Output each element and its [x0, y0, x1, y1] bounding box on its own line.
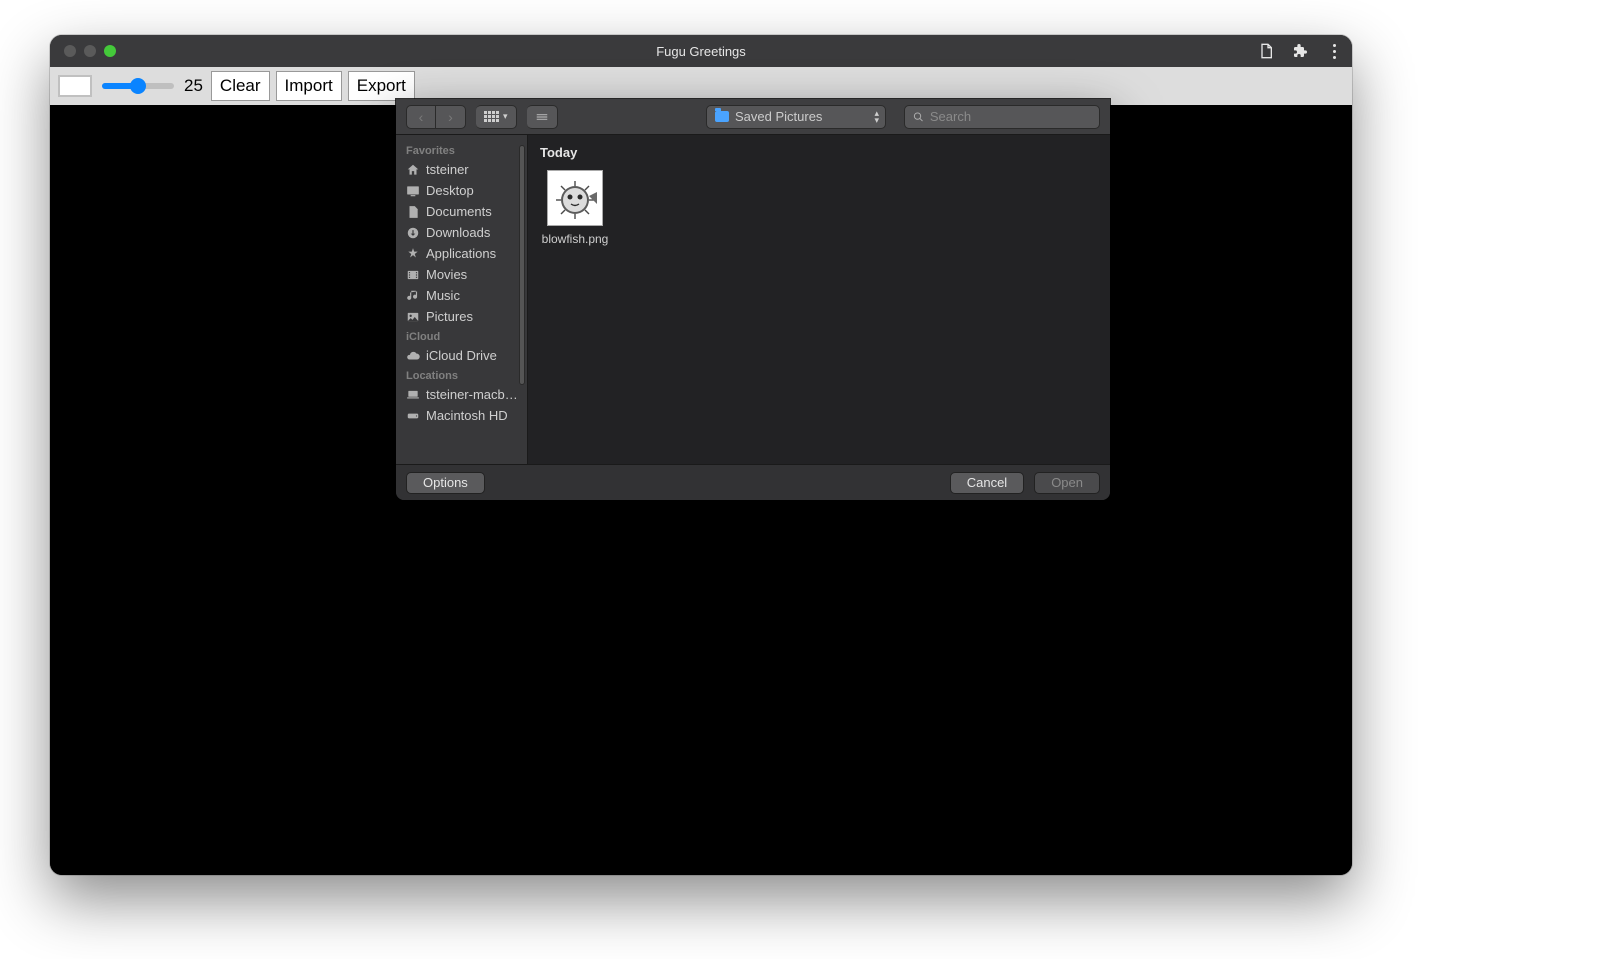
group-seg [527, 105, 558, 129]
import-button[interactable]: Import [276, 71, 342, 101]
path-label: Saved Pictures [735, 109, 822, 124]
traffic-lights [50, 45, 116, 57]
sidebar-item-icloud-drive[interactable]: iCloud Drive [396, 345, 527, 366]
export-button[interactable]: Export [348, 71, 415, 101]
applications-icon [406, 247, 420, 261]
search-icon [913, 111, 924, 123]
sidebar-item-music[interactable]: Music [396, 285, 527, 306]
sidebar-item-label: Music [426, 288, 460, 303]
clear-button[interactable]: Clear [211, 71, 270, 101]
color-swatch[interactable] [58, 75, 92, 97]
sidebar-item-pictures[interactable]: Pictures [396, 306, 527, 327]
sidebar-item-movies[interactable]: Movies [396, 264, 527, 285]
sidebar-item-label: tsteiner [426, 162, 469, 177]
chevron-down-icon: ▾ [503, 112, 508, 121]
cloud-icon [406, 349, 420, 363]
search-input[interactable] [930, 109, 1091, 124]
desktop-icon [406, 184, 420, 198]
slider-thumb[interactable] [130, 78, 146, 94]
titlebar: Fugu Greetings [50, 35, 1352, 67]
laptop-icon [406, 388, 420, 402]
sidebar-item-label: tsteiner-macb… [426, 387, 518, 402]
sidebar-item-label: Movies [426, 267, 467, 282]
nav-seg: ‹ › [406, 105, 466, 129]
sidebar-favorites-header: Favorites [396, 141, 527, 159]
music-icon [406, 289, 420, 303]
disk-icon [406, 409, 420, 423]
view-mode-button[interactable]: ▾ [476, 105, 517, 129]
updown-arrows-icon: ▴▾ [874, 110, 879, 124]
sidebar-item-label: Documents [426, 204, 492, 219]
slider-value: 25 [184, 76, 203, 96]
sidebar-item-desktop[interactable]: Desktop [396, 180, 527, 201]
sidebar-locations-header: Locations [396, 366, 527, 384]
page-icon[interactable] [1258, 43, 1274, 59]
sidebar-item-downloads[interactable]: Downloads [396, 222, 527, 243]
options-button[interactable]: Options [406, 472, 485, 494]
open-file-dialog: ‹ › ▾ Saved Pictures ▴▾ [396, 99, 1110, 500]
chevron-left-icon: ‹ [419, 110, 424, 124]
minimize-window-button[interactable] [84, 45, 96, 57]
app-window: Fugu Greetings 25 Clear Import Export ‹ … [50, 35, 1352, 875]
blowfish-image-icon [551, 174, 599, 222]
home-icon [406, 163, 420, 177]
close-window-button[interactable] [64, 45, 76, 57]
titlebar-right [1258, 43, 1342, 59]
dialog-body: Favorites tsteiner Desktop Documents [396, 135, 1110, 464]
sidebar-icloud-header: iCloud [396, 327, 527, 345]
pictures-icon [406, 310, 420, 324]
cancel-button[interactable]: Cancel [950, 472, 1024, 494]
sidebar-item-macintosh-hd[interactable]: Macintosh HD [396, 405, 527, 426]
folder-icon [715, 111, 729, 122]
sidebar-item-label: Downloads [426, 225, 490, 240]
file-grid: blowfish.png [540, 170, 1098, 246]
nav-back-button[interactable]: ‹ [406, 105, 436, 129]
sidebar: Favorites tsteiner Desktop Documents [396, 135, 528, 464]
sidebar-item-label: Applications [426, 246, 496, 261]
grid-view-icon [484, 111, 499, 122]
chevron-right-icon: › [448, 110, 453, 124]
file-item-blowfish[interactable]: blowfish.png [540, 170, 610, 246]
nav-forward-button[interactable]: › [436, 105, 466, 129]
file-list: Today [528, 135, 1110, 464]
path-popup[interactable]: Saved Pictures ▴▾ [706, 105, 886, 129]
group-button[interactable] [527, 105, 558, 129]
brush-size-slider[interactable] [102, 83, 174, 89]
sidebar-scrollbar[interactable] [519, 145, 525, 385]
extensions-icon[interactable] [1292, 43, 1308, 59]
sidebar-item-documents[interactable]: Documents [396, 201, 527, 222]
stack-icon [535, 110, 549, 124]
more-menu-icon[interactable] [1326, 43, 1342, 59]
sidebar-item-home[interactable]: tsteiner [396, 159, 527, 180]
sidebar-item-macbook[interactable]: tsteiner-macb… [396, 384, 527, 405]
fullscreen-window-button[interactable] [104, 45, 116, 57]
downloads-icon [406, 226, 420, 240]
sidebar-item-applications[interactable]: Applications [396, 243, 527, 264]
file-name-label: blowfish.png [540, 232, 610, 246]
file-thumbnail [547, 170, 603, 226]
view-seg: ▾ [476, 105, 517, 129]
group-header-today: Today [540, 143, 1098, 170]
sidebar-item-label: Pictures [426, 309, 473, 324]
sidebar-item-label: Desktop [426, 183, 474, 198]
movies-icon [406, 268, 420, 282]
sidebar-item-label: Macintosh HD [426, 408, 508, 423]
window-title: Fugu Greetings [50, 44, 1352, 59]
documents-icon [406, 205, 420, 219]
search-field[interactable] [904, 105, 1100, 129]
dialog-toolbar: ‹ › ▾ Saved Pictures ▴▾ [396, 99, 1110, 135]
open-button[interactable]: Open [1034, 472, 1100, 494]
dialog-footer: Options Cancel Open [396, 464, 1110, 500]
sidebar-item-label: iCloud Drive [426, 348, 497, 363]
